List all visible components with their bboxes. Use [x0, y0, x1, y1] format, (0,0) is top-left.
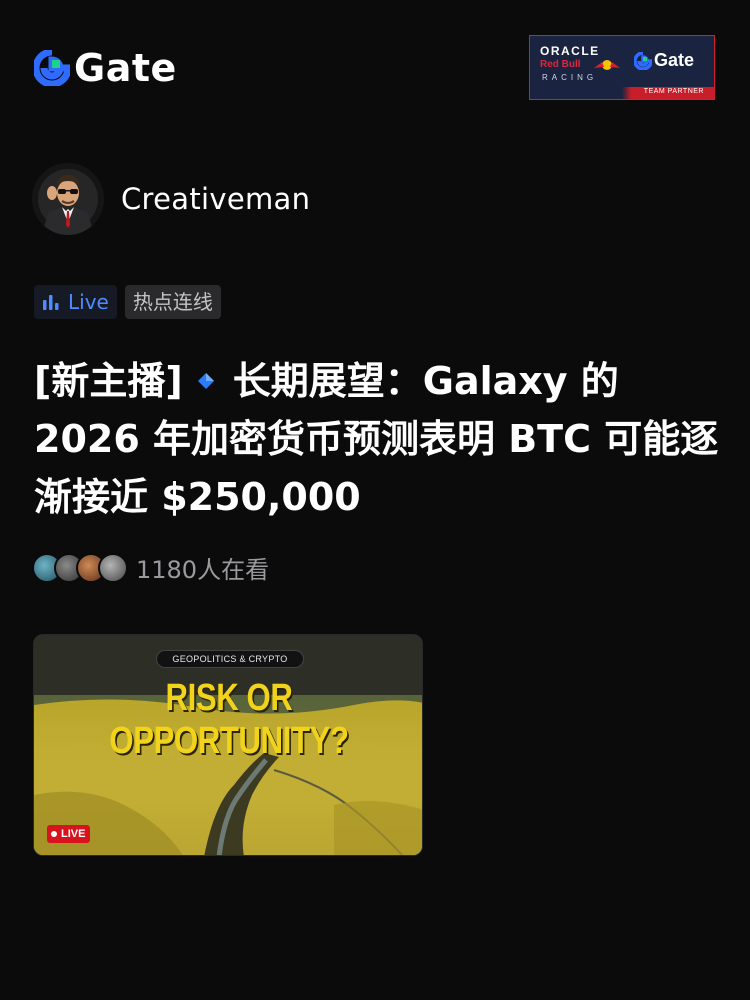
viewers-row: 1180人在看 [32, 550, 269, 585]
author-name[interactable]: Creativeman [121, 182, 310, 216]
post-title[interactable]: [新主播] 长期展望：Galaxy 的 2026 年加密货币预测表明 BTC 可… [34, 352, 724, 526]
gate-small-icon [634, 51, 652, 70]
partner-racing-logo: ORACLE Red Bull RACING [538, 41, 638, 87]
tag-hot-topic-label: 热点连线 [132, 290, 213, 314]
partner-badge[interactable]: ORACLE Red Bull RACING Gate TEAM PARTNER [529, 35, 715, 100]
partner-gate-text: Gate [654, 50, 695, 70]
blue-diamond-icon [197, 372, 214, 389]
gate-logo-icon [34, 50, 70, 86]
viewers-count: 1180人在看 [136, 556, 270, 584]
post-title-prefix: [新主播] [34, 359, 183, 403]
live-badge-label: LIVE [61, 828, 86, 840]
tag-hot-topic[interactable]: 热点连线 [124, 285, 221, 319]
bar-chart-icon [43, 295, 59, 310]
live-video-card[interactable]: GEOPOLITICS & CRYPTO RISK OR OPPORTUNITY… [33, 634, 423, 856]
partner-oracle-text: ORACLE [540, 44, 600, 58]
gate-logo-text: Gate [74, 46, 177, 90]
partner-strip-text: TEAM PARTNER [643, 88, 704, 95]
tag-live[interactable]: Live [34, 285, 117, 319]
tag-live-label: Live [68, 290, 109, 314]
video-topic-pill: GEOPOLITICS & CRYPTO [156, 650, 304, 668]
video-headline: RISK OR OPPORTUNITY? [109, 677, 349, 762]
redbull-icon [594, 60, 620, 70]
partner-redbull-text: Red Bull [540, 59, 581, 70]
author-row[interactable]: Creativeman [32, 163, 310, 235]
partner-gate-logo: Gate [634, 50, 694, 71]
gate-logo[interactable]: Gate [34, 48, 177, 88]
live-dot-icon [51, 831, 57, 837]
live-badge: LIVE [47, 825, 91, 843]
partner-strip: TEAM PARTNER [530, 87, 714, 99]
partner-racing-text: RACING [542, 73, 598, 82]
header: Gate ORACLE Red Bull RACING Gate TEAM PA… [0, 0, 750, 130]
tag-row: Live 热点连线 [34, 285, 221, 319]
avatar[interactable] [32, 163, 104, 235]
avatar-image [32, 163, 104, 235]
viewer-avatars [32, 551, 130, 585]
viewer-avatar [98, 552, 128, 583]
